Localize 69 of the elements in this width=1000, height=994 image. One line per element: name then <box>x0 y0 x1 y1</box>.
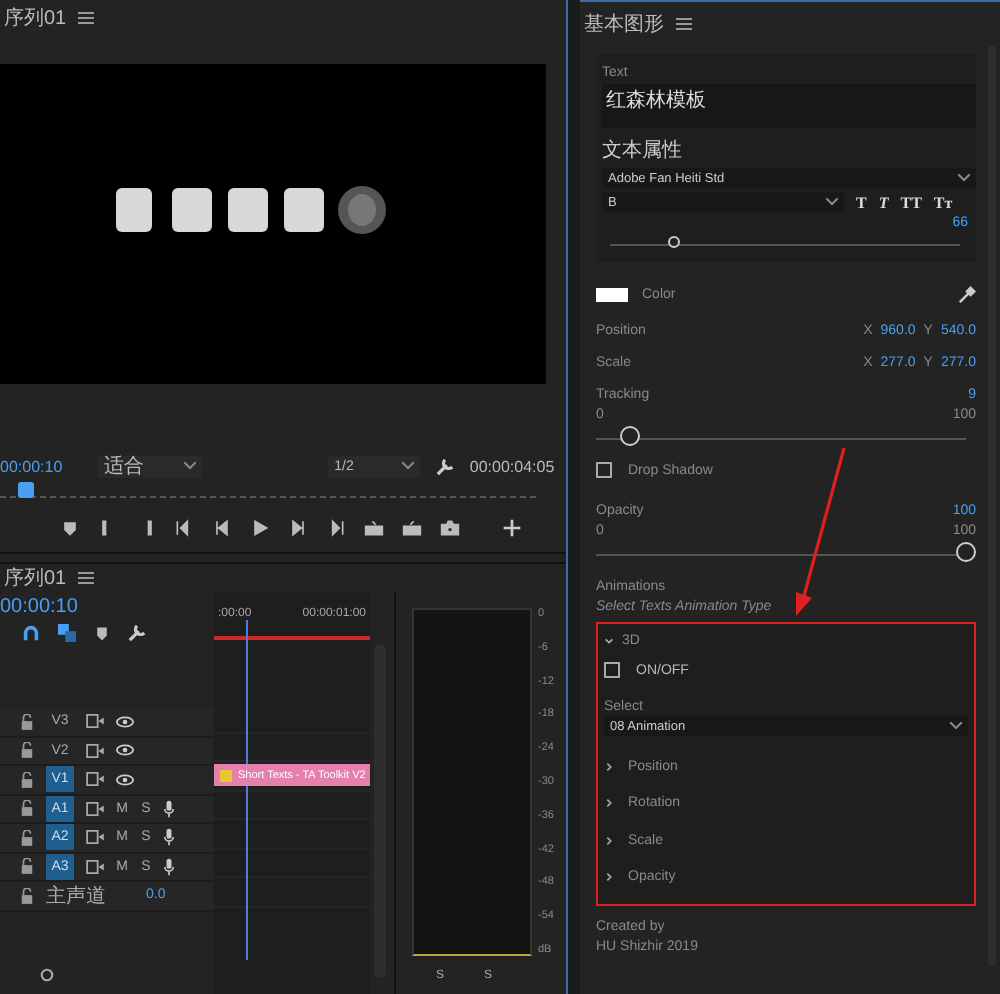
caret-icon <box>401 462 414 470</box>
panel-title: 基本图形 <box>584 11 664 38</box>
slider-thumb[interactable] <box>667 236 679 248</box>
link-icon[interactable] <box>58 624 76 642</box>
chevron-icon[interactable] <box>604 835 614 846</box>
track-label: 主声道 <box>46 883 106 910</box>
film-icon[interactable] <box>86 801 104 816</box>
duration: 00:00:04:05 <box>469 457 555 475</box>
chevron-icon[interactable] <box>604 872 614 883</box>
lock-icon[interactable] <box>20 887 34 904</box>
transport-icon[interactable] <box>364 518 384 538</box>
caret-icon <box>950 722 962 730</box>
wrench-icon[interactable] <box>128 624 146 642</box>
panel-title: 序列01 <box>4 565 67 592</box>
section-title: 文本属性 <box>602 137 684 164</box>
timecode[interactable]: 00:00:10 <box>0 457 63 475</box>
lock-icon[interactable] <box>20 771 34 788</box>
menu-icon[interactable] <box>78 12 95 24</box>
lock-icon[interactable] <box>20 713 34 730</box>
film-icon[interactable] <box>86 859 104 874</box>
panel-title: 序列01 <box>4 5 67 32</box>
film-icon[interactable] <box>86 743 104 758</box>
transport-icon[interactable] <box>174 518 194 538</box>
lock-icon[interactable] <box>20 742 34 759</box>
text-style-button[interactable]: T <box>878 193 889 211</box>
checkbox[interactable] <box>596 462 612 478</box>
menu-icon[interactable] <box>676 18 692 30</box>
lock-icon[interactable] <box>20 800 34 817</box>
add-icon[interactable] <box>502 518 522 538</box>
caret-icon <box>958 174 970 182</box>
text-style-button[interactable]: T <box>856 193 867 211</box>
wrench-icon[interactable] <box>435 457 454 475</box>
caret-icon <box>184 462 197 470</box>
color-swatch[interactable] <box>596 287 628 301</box>
checkbox[interactable] <box>604 662 620 678</box>
microphone-icon[interactable] <box>164 857 174 876</box>
transport-icon[interactable] <box>326 518 346 538</box>
text-style-button[interactable]: TT <box>900 193 922 211</box>
transport-icon[interactable] <box>250 518 270 538</box>
eye-icon[interactable] <box>116 715 134 728</box>
eye-icon[interactable] <box>116 773 134 786</box>
film-icon[interactable] <box>86 772 104 787</box>
lock-icon[interactable] <box>20 858 34 875</box>
chevron-icon[interactable] <box>604 761 614 772</box>
microphone-icon[interactable] <box>164 828 174 847</box>
text-field[interactable]: 红森林模板 <box>602 84 976 128</box>
text-style-button[interactable]: Tт <box>933 193 953 211</box>
eyedropper-icon[interactable] <box>958 285 976 303</box>
microphone-icon[interactable] <box>164 799 174 818</box>
film-icon[interactable] <box>86 830 104 845</box>
transport-icon[interactable] <box>440 518 460 538</box>
scroll-handle-icon[interactable] <box>40 968 54 982</box>
slider-thumb[interactable] <box>619 426 640 446</box>
chevron-icon[interactable] <box>604 635 614 645</box>
transport-icon[interactable] <box>212 518 232 538</box>
caret-icon <box>826 198 838 206</box>
zoom-dropdown[interactable]: 适合 <box>98 455 203 477</box>
film-icon[interactable] <box>86 714 104 729</box>
timecode[interactable]: 00:00:10 <box>0 596 214 618</box>
transport-icon[interactable] <box>288 518 308 538</box>
eye-icon[interactable] <box>116 744 134 757</box>
transport-icon[interactable] <box>402 518 422 538</box>
slider-thumb[interactable] <box>956 542 976 562</box>
chevron-icon[interactable] <box>604 798 614 809</box>
menu-icon[interactable] <box>78 572 95 584</box>
lock-icon[interactable] <box>20 829 34 846</box>
fx-badge-icon <box>220 769 232 781</box>
marker-icon[interactable] <box>94 625 110 641</box>
magnet-icon[interactable] <box>22 624 40 642</box>
